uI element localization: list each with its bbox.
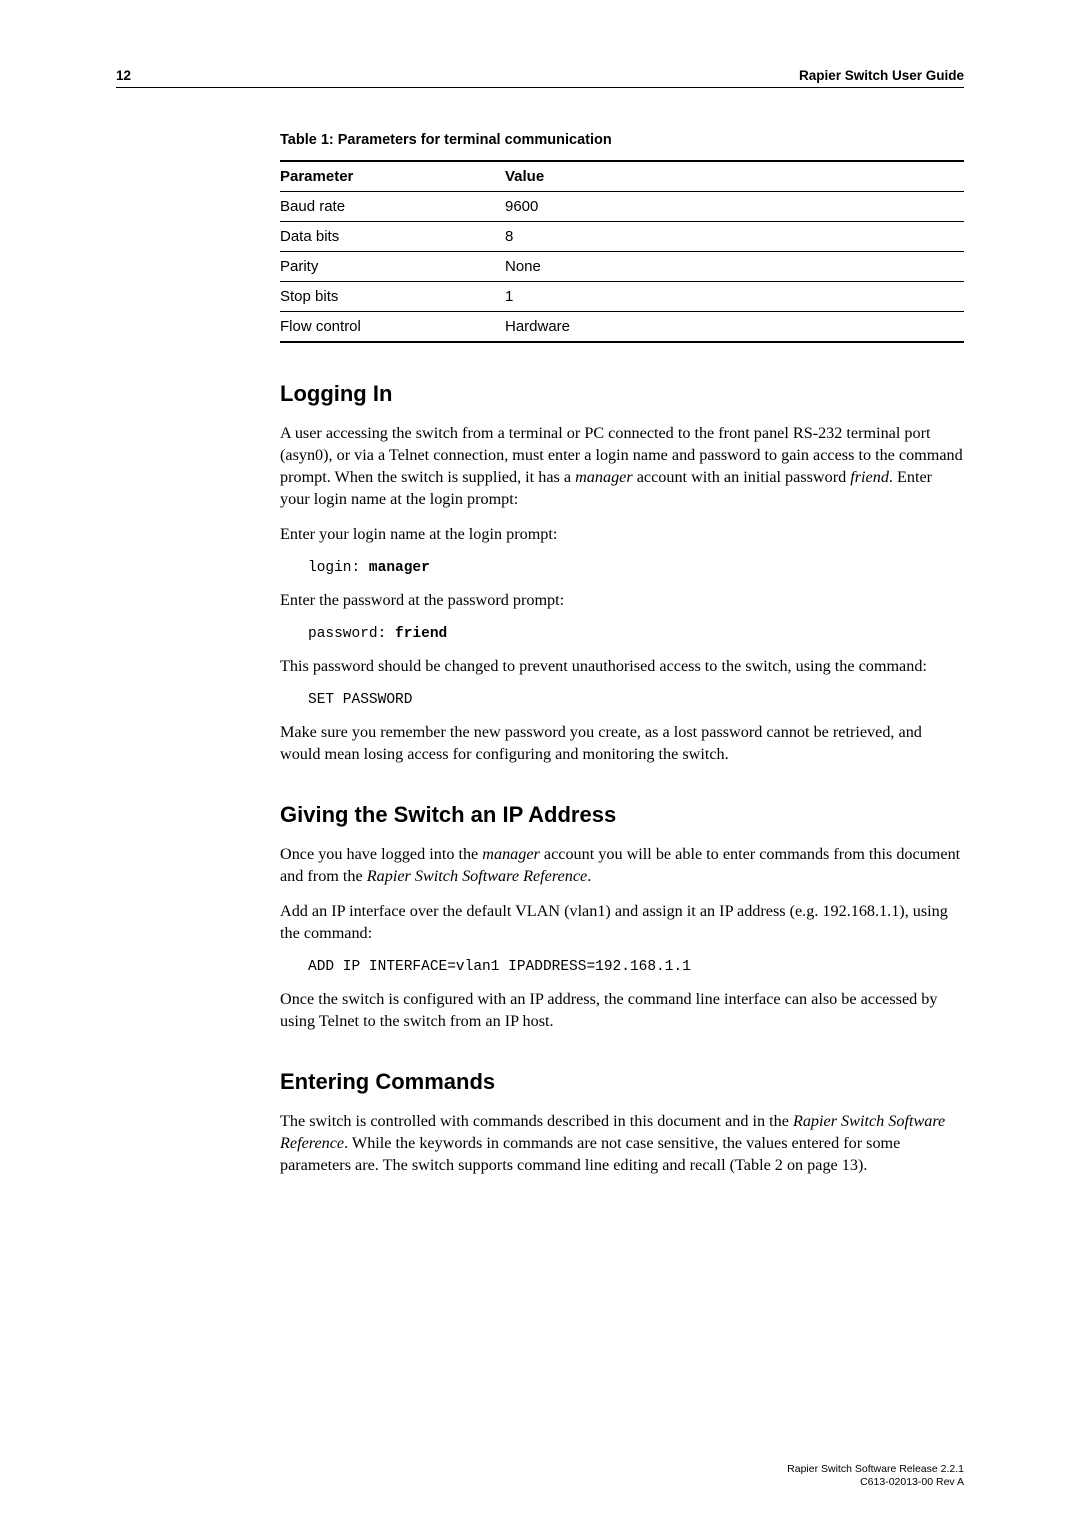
section-heading-ip-address: Giving the Switch an IP Address [280, 802, 964, 828]
page: 12 Rapier Switch User Guide Table 1: Par… [0, 0, 1080, 1528]
body-paragraph: A user accessing the switch from a termi… [280, 423, 964, 510]
italic-text: manager [575, 468, 633, 486]
footer-line-1: Rapier Switch Software Release 2.2.1 [787, 1463, 964, 1477]
section-heading-logging-in: Logging In [280, 381, 964, 407]
italic-text: friend [850, 468, 889, 486]
body-paragraph: Enter the password at the password promp… [280, 590, 964, 612]
table-header-value: Value [505, 161, 964, 192]
table-cell-param: Baud rate [280, 192, 505, 222]
table-row: Parity None [280, 252, 964, 282]
text-run: Once you have logged into the [280, 845, 482, 863]
body-paragraph: Once the switch is configured with an IP… [280, 989, 964, 1033]
code-block: password: friend [308, 626, 964, 642]
content-area: Table 1: Parameters for terminal communi… [280, 132, 964, 1176]
table-row: Flow control Hardware [280, 312, 964, 343]
table-cell-param: Parity [280, 252, 505, 282]
text-run: The switch is controlled with commands d… [280, 1112, 793, 1130]
section-heading-entering-commands: Entering Commands [280, 1069, 964, 1095]
code-bold: friend [395, 626, 447, 642]
body-paragraph: This password should be changed to preve… [280, 656, 964, 678]
table-header-row: Parameter Value [280, 161, 964, 192]
code-bold: manager [369, 560, 430, 576]
text-run: account with an initial password [633, 468, 851, 486]
parameters-table: Parameter Value Baud rate 9600 Data bits… [280, 160, 964, 343]
table-cell-value: 8 [505, 222, 964, 252]
body-paragraph: Make sure you remember the new password … [280, 722, 964, 766]
table-cell-value: 9600 [505, 192, 964, 222]
table-cell-param: Data bits [280, 222, 505, 252]
page-number: 12 [116, 68, 131, 83]
table-cell-value: None [505, 252, 964, 282]
doc-title: Rapier Switch User Guide [799, 68, 964, 83]
table-cell-value: Hardware [505, 312, 964, 343]
code-block: login: manager [308, 560, 964, 576]
body-paragraph: The switch is controlled with commands d… [280, 1111, 964, 1177]
table-row: Stop bits 1 [280, 282, 964, 312]
italic-text: Rapier Switch Software Reference [367, 867, 587, 885]
body-paragraph: Enter your login name at the login promp… [280, 524, 964, 546]
footer-line-2: C613-02013-00 Rev A [787, 1476, 964, 1490]
code-text: login: [308, 560, 369, 576]
table-row: Baud rate 9600 [280, 192, 964, 222]
table-cell-param: Stop bits [280, 282, 505, 312]
code-block: ADD IP INTERFACE=vlan1 IPADDRESS=192.168… [308, 959, 964, 975]
table-row: Data bits 8 [280, 222, 964, 252]
page-footer: Rapier Switch Software Release 2.2.1 C61… [787, 1463, 964, 1490]
table-cell-param: Flow control [280, 312, 505, 343]
table-cell-value: 1 [505, 282, 964, 312]
text-run: . While the keywords in commands are not… [280, 1134, 900, 1174]
text-run: . [587, 867, 591, 885]
code-block: SET PASSWORD [308, 692, 964, 708]
body-paragraph: Once you have logged into the manager ac… [280, 844, 964, 888]
body-paragraph: Add an IP interface over the default VLA… [280, 901, 964, 945]
table-caption: Table 1: Parameters for terminal communi… [280, 132, 964, 148]
table-header-parameter: Parameter [280, 161, 505, 192]
code-text: password: [308, 626, 395, 642]
italic-text: manager [482, 845, 540, 863]
page-header: 12 Rapier Switch User Guide [116, 68, 964, 88]
